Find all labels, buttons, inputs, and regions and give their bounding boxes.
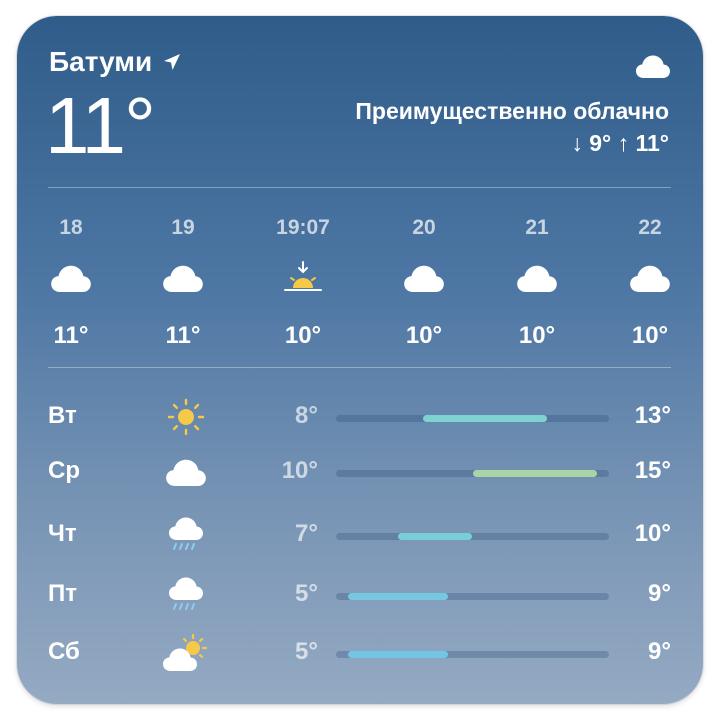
day-name: Чт [48, 520, 77, 547]
hour-time: 20 [412, 216, 436, 239]
day-high: 15° [634, 457, 671, 484]
cloud-icon [635, 54, 671, 83]
day-name: Пт [48, 580, 78, 607]
rain-cloud-icon [162, 570, 210, 620]
partly-sunny-icon [162, 628, 210, 678]
low-high-text: ↓ 9° ↑ 11° [571, 130, 669, 156]
hour-item: 18 11° [21, 216, 121, 350]
temperature-range-track [336, 470, 609, 477]
cloud-icon [600, 256, 700, 300]
day-low: 5° [295, 638, 318, 665]
current-temperature: 11° [45, 81, 156, 170]
day-low: 7° [295, 520, 318, 547]
day-row: Вт 8° 13° [17, 392, 703, 442]
temperature-range-track [336, 415, 609, 422]
hour-item: 22 10° [600, 216, 700, 350]
condition-text: Преимущественно облачно [355, 98, 669, 124]
temperature-range-track [336, 533, 609, 540]
cloud-icon [487, 256, 587, 300]
day-high: 9° [648, 638, 671, 665]
temperature-range-bar [398, 533, 473, 540]
weather-widget[interactable]: Батуми 11° Преимущественно облачно ↓ 9° … [17, 16, 703, 704]
hourly-forecast: 18 11° 19 11° 19:07 10° 20 10° 21 10° 22… [17, 216, 703, 356]
hour-time: 22 [638, 216, 662, 239]
sun-icon [162, 392, 210, 442]
cloud-icon [162, 447, 210, 497]
temperature-range-bar [348, 593, 448, 600]
hour-temp: 10° [284, 322, 322, 349]
divider [48, 367, 671, 368]
rain-cloud-icon [162, 510, 210, 560]
day-low: 10° [281, 457, 318, 484]
location-arrow-icon [164, 54, 181, 70]
hour-item: 19:07 10° [253, 216, 353, 350]
hour-item: 21 10° [487, 216, 587, 350]
hour-item: 19 11° [133, 216, 233, 350]
temperature-range-track [336, 593, 609, 600]
temperature-range-bar [472, 470, 597, 477]
temperature-range-bar [422, 415, 547, 422]
cloud-icon [374, 256, 474, 300]
day-row: Сб 5° 9° [17, 628, 703, 678]
day-row: Ср 10° 15° [17, 447, 703, 497]
day-high: 10° [634, 520, 671, 547]
day-name: Сб [48, 638, 80, 665]
day-row: Пт 5° 9° [17, 570, 703, 620]
hour-item: 20 10° [374, 216, 474, 350]
sunset-icon [253, 256, 353, 300]
city-name: Батуми [49, 46, 153, 77]
hour-time: 19:07 [276, 216, 330, 239]
hour-temp: 10° [518, 322, 556, 349]
hour-temp: 10° [405, 322, 443, 349]
cloud-icon [21, 256, 121, 300]
hour-temp: 11° [165, 322, 201, 349]
day-name: Вт [48, 402, 77, 429]
hour-temp: 11° [53, 322, 89, 349]
day-high: 13° [634, 402, 671, 429]
day-low: 5° [295, 580, 318, 607]
temperature-range-bar [348, 651, 448, 658]
divider [48, 187, 671, 188]
cloud-icon [133, 256, 233, 300]
day-row: Чт 7° 10° [17, 510, 703, 560]
hour-time: 18 [59, 216, 83, 239]
hour-time: 21 [525, 216, 549, 239]
temperature-range-track [336, 651, 609, 658]
location-header: Батуми [49, 46, 182, 78]
day-name: Ср [48, 457, 80, 484]
hour-time: 19 [171, 216, 195, 239]
day-high: 9° [648, 580, 671, 607]
day-low: 8° [295, 402, 318, 429]
hour-temp: 10° [631, 322, 669, 349]
